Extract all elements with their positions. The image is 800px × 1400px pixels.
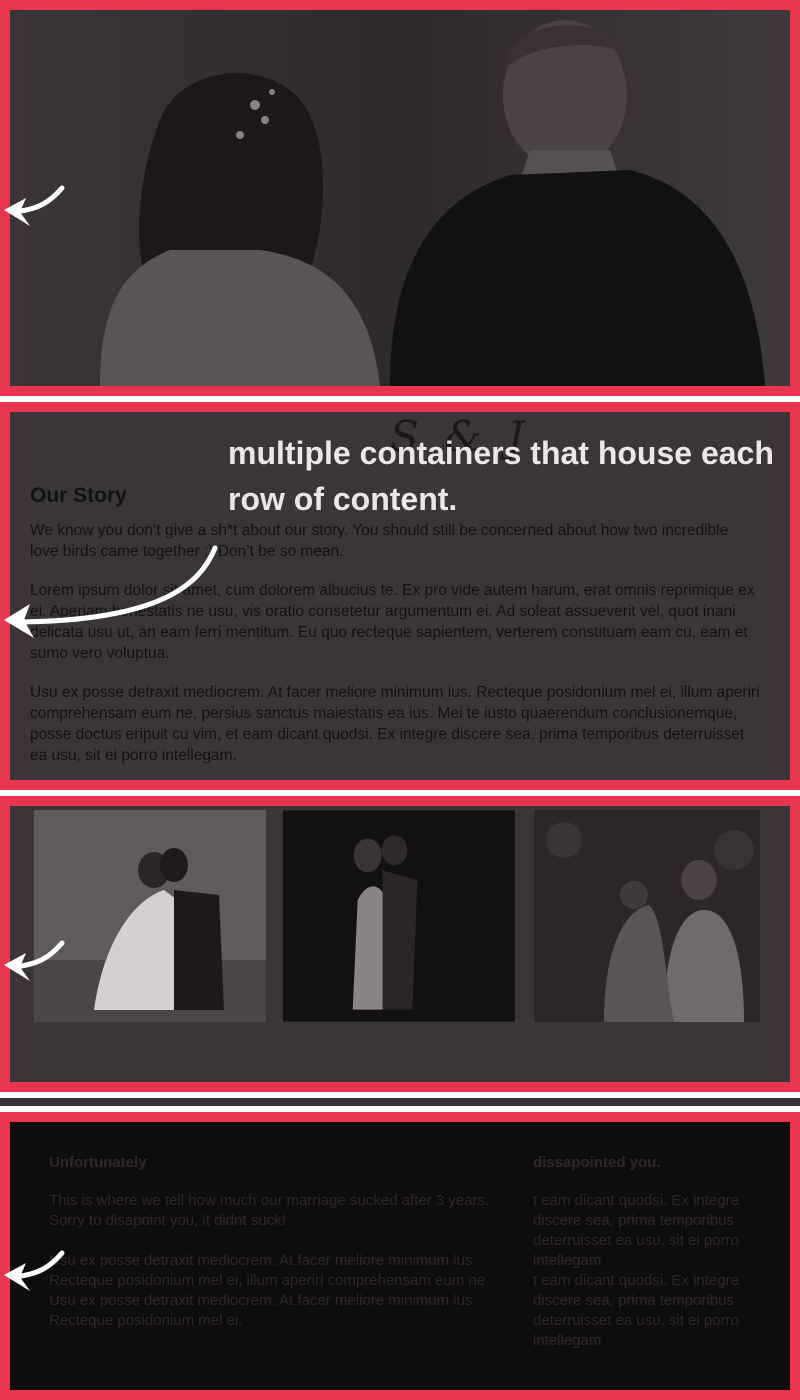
divider-bar: [0, 1098, 800, 1106]
footer-right-heading: dissapointed you.: [533, 1154, 661, 1171]
gallery-photo-2: [283, 810, 516, 1022]
curved-arrow-icon: [4, 940, 65, 981]
footer-left-column: Unfortunately This is where we tell how …: [49, 1154, 509, 1331]
footer-left-paragraph-1: This is where we tell how much our marri…: [49, 1192, 490, 1229]
curved-arrow-icon: [4, 545, 218, 638]
footer-container: Unfortunately This is where we tell how …: [0, 1112, 800, 1400]
footer-right-paragraph-1: t eam dicant quodsi. Ex integre discere …: [533, 1192, 739, 1269]
footer-right-column: dissapointed you. t eam dicant quodsi. E…: [533, 1154, 778, 1351]
footer-left-heading: Unfortunately: [49, 1154, 147, 1171]
gallery-container: [0, 796, 800, 1092]
hero-photo: [10, 10, 790, 386]
footer-right-paragraph-2: t eam dicant quodsi. Ex integre discere …: [533, 1272, 739, 1349]
footer-left-paragraph-3: Usu ex posse detraxit mediocrem. At face…: [49, 1292, 477, 1329]
footer-left-paragraph-2: Usu ex posse detraxit mediocrem. At face…: [49, 1252, 486, 1289]
gallery-photo-3: [532, 810, 760, 1022]
hero-container: [0, 0, 800, 396]
annotation-caption: multiple containers that house each row …: [228, 435, 774, 517]
curved-arrow-icon: [4, 1250, 65, 1291]
story-heading: Our Story: [30, 484, 127, 507]
story-paragraph-3: Usu ex posse detraxit mediocrem. At face…: [30, 684, 760, 764]
curved-arrow-icon: [4, 185, 65, 226]
